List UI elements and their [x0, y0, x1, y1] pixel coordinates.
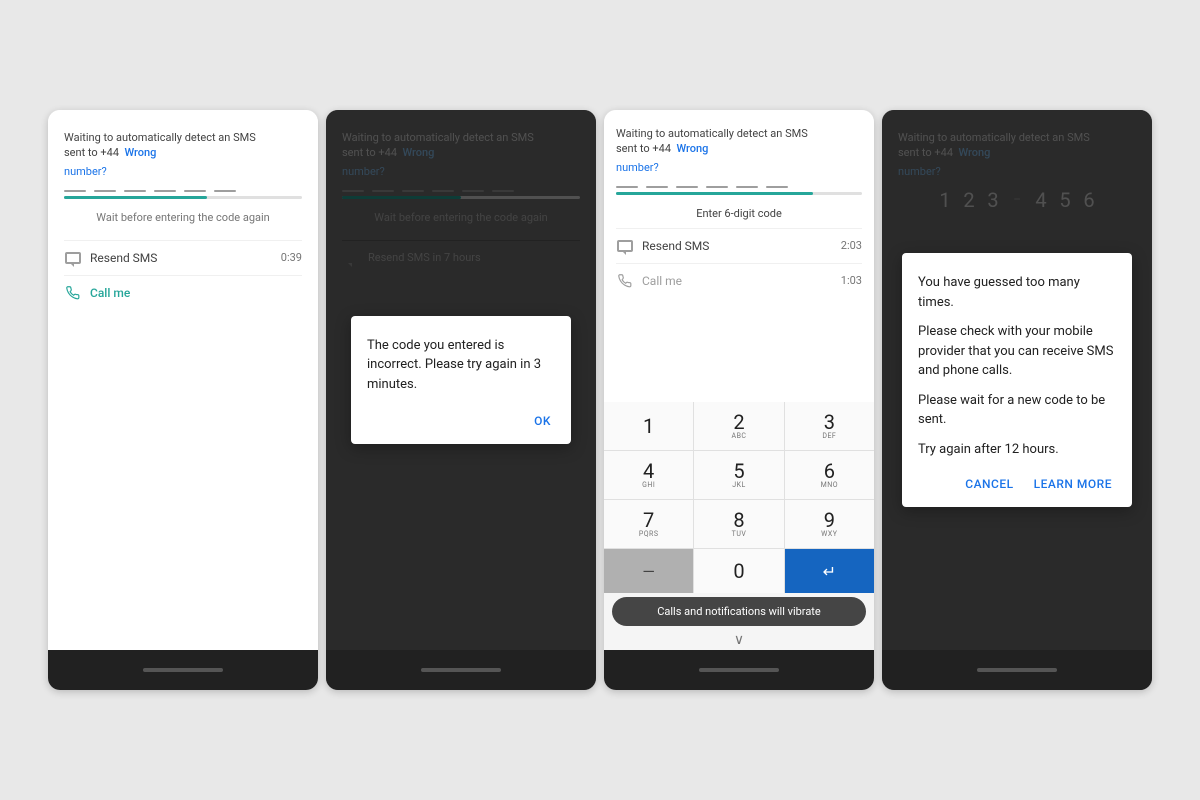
numpad-enter[interactable]: ↵	[785, 549, 874, 593]
screen1-call-row: Call me	[64, 275, 302, 310]
s3-dot-6	[766, 186, 788, 188]
numpad-key-1[interactable]: 1	[604, 402, 693, 450]
numpad-key-5[interactable]: 5 JKL	[694, 451, 783, 499]
screen1-number-link[interactable]: number?	[64, 165, 302, 178]
screen4-dialog-msg2: Please check with your mobile provider t…	[918, 322, 1116, 381]
screen2-ok-button[interactable]: OK	[530, 410, 555, 432]
screen4-dialog-actions: CANCEL LEARN MORE	[918, 473, 1116, 495]
screen3-number-link[interactable]: number?	[616, 161, 862, 174]
screen2-dialog-overlay: The code you entered is incorrect. Pleas…	[326, 110, 596, 650]
numpad-key-9[interactable]: 9 WXY	[785, 500, 874, 548]
screen3-home-indicator	[699, 668, 779, 672]
s3-dot-5	[736, 186, 758, 188]
screen3-call-row: Call me 1:03	[616, 263, 862, 298]
screen3-enter-code: Enter 6-digit code	[616, 207, 862, 220]
s3-dot-3	[676, 186, 698, 188]
screen1-sms-icon	[64, 249, 82, 267]
screen2: Waiting to automatically detect an SMS s…	[326, 110, 596, 690]
numpad-key-6[interactable]: 6 MNO	[785, 451, 874, 499]
screen3-content: Waiting to automatically detect an SMS s…	[604, 110, 874, 402]
screen1-resend-timer: 0:39	[281, 251, 302, 264]
screen3-numpad: 1 2 ABC 3 DEF 4 GHI 5 JKL 6 MNO	[604, 402, 874, 593]
screen2-dialog-message: The code you entered is incorrect. Pleas…	[367, 336, 555, 395]
screen4-dialog-msg1: You have guessed too many times.	[918, 273, 1116, 312]
screen1: Waiting to automatically detect an SMS s…	[48, 110, 318, 690]
screen3-bottom-bar	[604, 650, 874, 690]
code-dot-1	[64, 190, 86, 192]
screen1-header-line2: sent to +44	[64, 146, 119, 159]
numpad-key-0[interactable]: 0	[694, 549, 783, 593]
screen4-dialog-msg3: Please wait for a new code to be sent.	[918, 391, 1116, 430]
screen3-resend-timer: 2:03	[841, 239, 862, 252]
screen3-phone-icon	[616, 272, 634, 290]
screen1-header-line1: Waiting to automatically detect an SMS	[64, 131, 256, 144]
s3-dot-1	[616, 186, 638, 188]
screen3-progress-fill	[616, 192, 813, 195]
screen3: Waiting to automatically detect an SMS s…	[604, 110, 874, 690]
code-dot-3	[124, 190, 146, 192]
code-dot-5	[184, 190, 206, 192]
numpad-key-3[interactable]: 3 DEF	[785, 402, 874, 450]
screen1-content: Waiting to automatically detect an SMS s…	[48, 110, 318, 650]
s3-dot-2	[646, 186, 668, 188]
screen3-header-line2: sent to +44	[616, 142, 671, 155]
numpad-backspace[interactable]: —	[604, 549, 693, 593]
numpad-key-2[interactable]: 2 ABC	[694, 402, 783, 450]
screen2-dialog: The code you entered is incorrect. Pleas…	[351, 316, 571, 445]
screen4-dialog: You have guessed too many times. Please …	[902, 253, 1132, 507]
screen4-home-indicator	[977, 668, 1057, 672]
screen3-call-timer: 1:03	[841, 274, 862, 287]
screen1-resend-label[interactable]: Resend SMS	[90, 251, 281, 265]
screen3-vibrate-toast: Calls and notifications will vibrate	[612, 597, 866, 626]
s3-dot-4	[706, 186, 728, 188]
screen2-home-indicator	[421, 668, 501, 672]
screen1-wrong-link[interactable]: Wrong	[124, 146, 156, 159]
screen1-code-dots	[64, 190, 302, 192]
screen1-call-label[interactable]: Call me	[90, 286, 302, 300]
screen4-learn-more-button[interactable]: LEARN MORE	[1030, 473, 1116, 495]
screen1-phone-icon	[64, 284, 82, 302]
code-dot-2	[94, 190, 116, 192]
screen1-progress-fill	[64, 196, 207, 199]
screen3-code-dots	[616, 186, 862, 188]
code-dot-6	[214, 190, 236, 192]
screen1-header: Waiting to automatically detect an SMS s…	[64, 130, 302, 161]
screen4-dialog-msg4: Try again after 12 hours.	[918, 440, 1116, 460]
numpad-key-7[interactable]: 7 PQRS	[604, 500, 693, 548]
screen3-sms-icon	[616, 237, 634, 255]
screen1-progress-bar	[64, 196, 302, 199]
screens-container: Waiting to automatically detect an SMS s…	[28, 90, 1172, 710]
screen1-bottom-bar	[48, 650, 318, 690]
screen4: Waiting to automatically detect an SMS s…	[882, 110, 1152, 690]
screen4-cancel-button[interactable]: CANCEL	[961, 473, 1017, 495]
screen3-header-line1: Waiting to automatically detect an SMS	[616, 127, 808, 140]
screen3-chevron[interactable]: ∨	[604, 630, 874, 650]
code-dot-4	[154, 190, 176, 192]
screen2-bottom-bar	[326, 650, 596, 690]
screen4-bottom-bar	[882, 650, 1152, 690]
screen1-status-text: Wait before entering the code again	[64, 211, 302, 224]
screen3-resend-row: Resend SMS 2:03	[616, 228, 862, 263]
numpad-key-8[interactable]: 8 TUV	[694, 500, 783, 548]
screen3-call-label[interactable]: Call me	[642, 274, 841, 288]
screen2-dialog-actions: OK	[367, 410, 555, 432]
screen3-wrong-link[interactable]: Wrong	[676, 142, 708, 155]
screen1-resend-row: Resend SMS 0:39	[64, 240, 302, 275]
screen3-header: Waiting to automatically detect an SMS s…	[616, 126, 862, 157]
screen3-progress-bar	[616, 192, 862, 195]
screen4-dialog-overlay: You have guessed too many times. Please …	[882, 110, 1152, 650]
numpad-key-4[interactable]: 4 GHI	[604, 451, 693, 499]
screen3-resend-label[interactable]: Resend SMS	[642, 239, 841, 253]
screen1-home-indicator	[143, 668, 223, 672]
